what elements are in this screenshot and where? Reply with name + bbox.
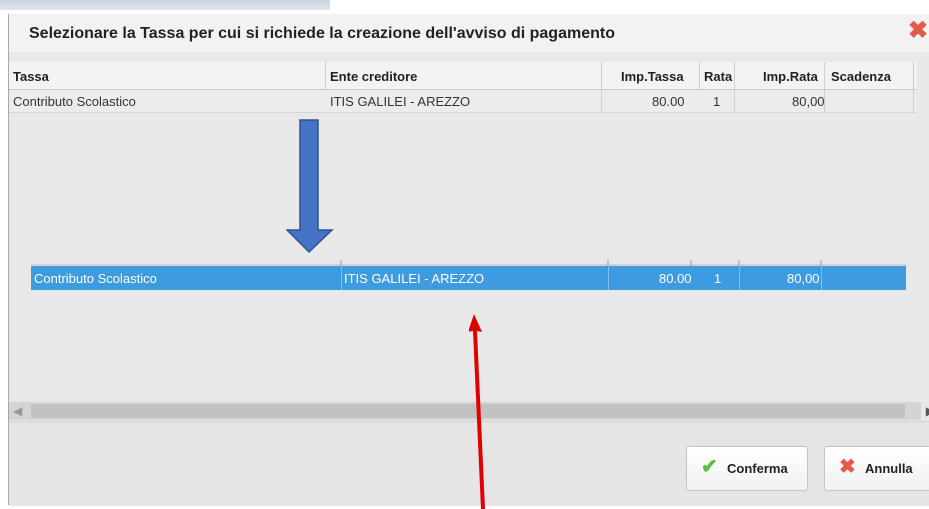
column-divider xyxy=(734,90,735,112)
close-icon[interactable]: ✖ xyxy=(906,19,929,43)
table-row[interactable]: Contributo Scolastico ITIS GALILEI - ARE… xyxy=(9,90,917,113)
cell-ente: ITIS GALILEI - AREZZO xyxy=(344,271,485,286)
close-icon: ✖ xyxy=(839,456,856,478)
column-header-scadenza[interactable]: Scadenza xyxy=(831,69,891,84)
scrollbar-thumb[interactable] xyxy=(31,404,905,418)
column-divider xyxy=(913,62,914,89)
column-header-rata[interactable]: Rata xyxy=(704,69,732,84)
column-header-ente[interactable]: Ente creditore xyxy=(330,69,417,84)
checkmark-icon: ✔ xyxy=(701,456,718,478)
annotation-arrow-up-icon xyxy=(469,314,485,509)
cell-imp-tassa: 80.00 xyxy=(659,271,692,286)
column-divider xyxy=(608,266,609,290)
cell-imp-rata: 80,00 xyxy=(787,271,820,286)
column-header-imp-tassa[interactable]: Imp.Tassa xyxy=(621,69,684,84)
selected-table-row[interactable]: Contributo Scolastico ITIS GALILEI - ARE… xyxy=(31,266,906,290)
cell-ente: ITIS GALILEI - AREZZO xyxy=(330,94,471,109)
scroll-left-arrow-icon[interactable]: ◀ xyxy=(13,404,22,418)
background-window-strip xyxy=(0,0,330,10)
column-divider xyxy=(325,62,326,89)
column-header-imp-rata[interactable]: Imp.Rata xyxy=(763,69,818,84)
dialog-titlebar: Selezionare la Tassa per cui si richiede… xyxy=(9,14,929,52)
table-header: Tassa Ente creditore Imp.Tassa Rata Imp.… xyxy=(9,62,917,90)
cell-imp-tassa: 80.00 xyxy=(652,94,685,109)
column-divider xyxy=(601,90,602,112)
confirm-button-label: Conferma xyxy=(727,461,788,476)
column-divider xyxy=(824,62,825,89)
horizontal-scrollbar[interactable]: ◀ ▶ xyxy=(9,402,929,420)
column-divider xyxy=(734,62,735,89)
column-header-tassa[interactable]: Tassa xyxy=(13,69,49,84)
dialog-title: Selezionare la Tassa per cui si richiede… xyxy=(29,25,615,42)
column-divider xyxy=(341,266,342,290)
column-divider xyxy=(824,90,825,112)
tax-selection-dialog: Selezionare la Tassa per cui si richiede… xyxy=(8,14,929,509)
column-divider xyxy=(699,62,700,89)
cell-tassa: Contributo Scolastico xyxy=(34,271,157,286)
annotation-arrow-down-icon xyxy=(286,119,334,254)
cell-rata: 1 xyxy=(714,271,722,286)
column-divider xyxy=(739,266,740,290)
column-divider xyxy=(913,90,914,112)
cell-rata: 1 xyxy=(713,94,721,109)
cell-tassa: Contributo Scolastico xyxy=(13,94,136,109)
cancel-button-label: Annulla xyxy=(865,461,913,476)
cancel-button[interactable]: ✖ Annulla xyxy=(824,446,929,491)
column-divider xyxy=(821,266,822,290)
cell-imp-rata: 80,00 xyxy=(792,94,825,109)
confirm-button[interactable]: ✔ Conferma xyxy=(686,446,808,491)
column-divider xyxy=(601,62,602,89)
